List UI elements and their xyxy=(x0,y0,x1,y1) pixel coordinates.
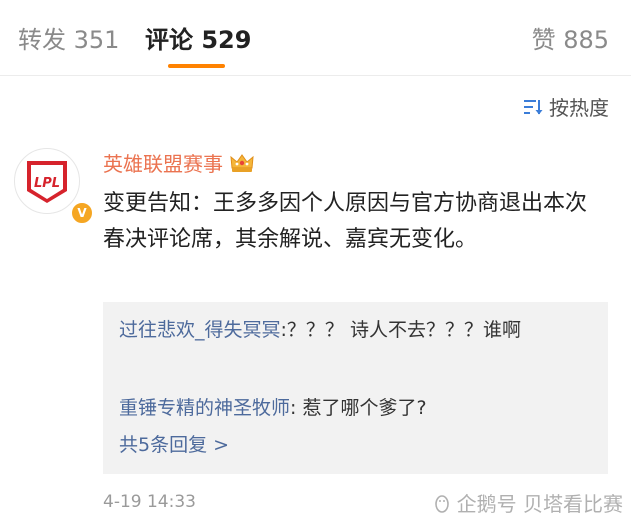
avatar[interactable]: LPL V xyxy=(14,148,94,225)
sort-button[interactable]: 按热度 xyxy=(523,92,609,121)
comment-timestamp: 4-19 14:33 xyxy=(103,492,196,512)
replies-box: 过往悲欢_得失冥冥:？？？ 诗人不去？？？谁啊 重锤专精的神圣牧师: 惹了哪个爹… xyxy=(103,302,608,474)
active-tab-indicator xyxy=(168,64,225,68)
tab-comments[interactable]: 评论 529 xyxy=(145,20,251,55)
reply-item: 重锤专精的神圣牧师: 惹了哪个爹了? xyxy=(119,392,589,425)
comment-author[interactable]: 英雄联盟赛事 xyxy=(103,148,223,177)
comment-text: 变更告知：王多多因个人原因与官方协商退出本次春决评论席，其余解说、嘉宾无变化。 xyxy=(103,191,588,252)
svg-text:LPL: LPL xyxy=(34,176,60,191)
sort-label: 按热度 xyxy=(549,96,609,120)
reply-item: 过往悲欢_得失冥冥:？？？ 诗人不去？？？谁啊 xyxy=(119,314,589,347)
tab-likes[interactable]: 赞 885 xyxy=(532,20,609,55)
lpl-logo: LPL xyxy=(27,161,67,203)
comment-tabs-bar: 转发 351 评论 529 赞 885 xyxy=(0,0,631,76)
reply-username[interactable]: 过往悲欢_得失冥冥 xyxy=(119,319,281,341)
crown-icon xyxy=(230,153,254,172)
penguin-icon xyxy=(434,494,449,513)
reply-text: : 惹了哪个爹了? xyxy=(290,397,427,419)
sort-icon xyxy=(524,99,543,114)
divider xyxy=(0,75,631,76)
reply-username[interactable]: 重锤专精的神圣牧师 xyxy=(119,397,290,419)
watermark-text: 企鹅号 贝塔看比赛 xyxy=(456,492,623,516)
watermark: 企鹅号 贝塔看比赛 xyxy=(431,488,623,517)
comment-header: 英雄联盟赛事 xyxy=(103,148,255,177)
reply-text: :？？？ 诗人不去？？？谁啊 xyxy=(280,319,521,341)
tab-reposts[interactable]: 转发 351 xyxy=(18,20,119,55)
verified-badge: V xyxy=(70,201,94,225)
more-replies-link[interactable]: 共5条回复 > xyxy=(119,430,229,457)
